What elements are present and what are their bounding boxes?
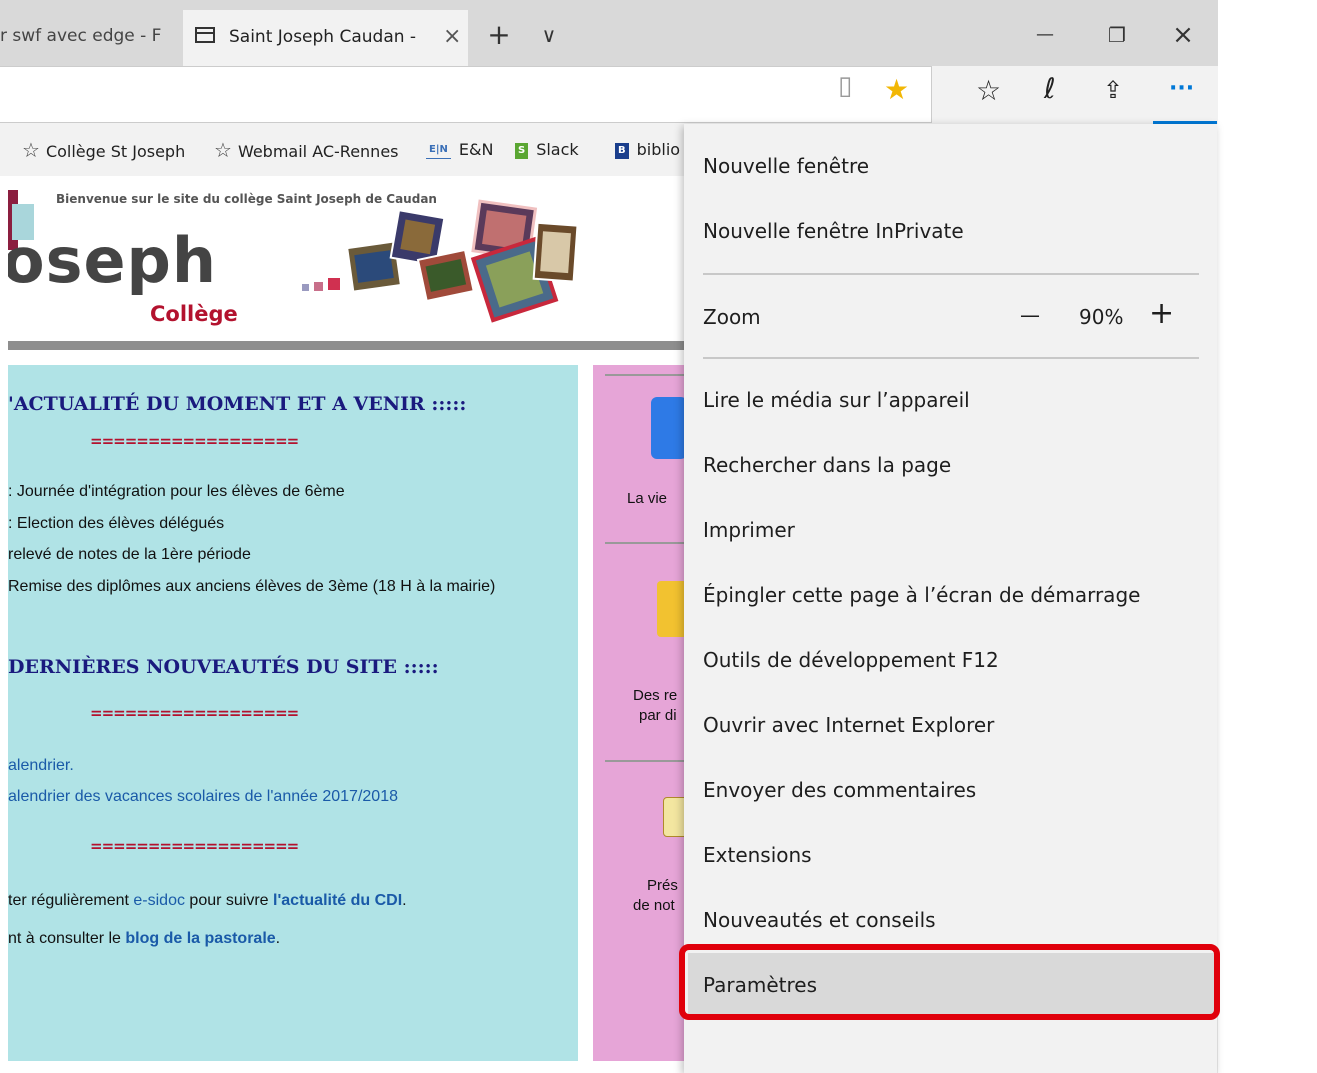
menu-item-pin-to-start[interactable]: Épingler cette page à l’écran de démarra…: [703, 583, 1140, 607]
site-news-link[interactable]: alendrier des vacances scolaires de l'an…: [8, 788, 398, 806]
favorite-item-college[interactable]: ☆ Collège St Joseph: [22, 124, 185, 178]
favorite-star-icon[interactable]: ★: [884, 73, 909, 106]
photo-collage-image: [302, 199, 579, 323]
menu-item-whats-new[interactable]: Nouveautés et conseils: [703, 908, 936, 932]
settings-highlight-box: [679, 944, 1220, 1020]
menu-divider: [703, 273, 1199, 275]
menu-item-find-on-page[interactable]: Rechercher dans la page: [703, 453, 951, 477]
url-input[interactable]: ▯ ★: [0, 66, 932, 123]
logo-college-text: Collège: [150, 302, 238, 326]
calendar-icon: [663, 797, 685, 837]
star-outline-icon: ☆: [22, 138, 40, 162]
news-heading-site: DERNIÈRES NOUVEAUTÉS DU SITE :::::: [8, 656, 439, 678]
menu-divider: [703, 357, 1199, 359]
news-item: : Election des élèves délégués: [8, 515, 225, 532]
side-divider: [605, 374, 685, 376]
cdi-text: pour suivre: [184, 892, 274, 909]
tab-previous[interactable]: r swf avec edge - F: [0, 10, 183, 62]
pastorale-text: .: [275, 930, 281, 947]
close-window-button[interactable]: ×: [1168, 6, 1198, 64]
separator: ==================: [90, 704, 299, 722]
favorite-label: Webmail AC-Rennes: [237, 142, 399, 161]
favorite-label: Slack: [536, 140, 579, 159]
restore-button[interactable]: ❐: [1102, 6, 1132, 64]
pastorale-line: nt à consulter le blog de la pastorale.: [8, 930, 280, 948]
minimize-button[interactable]: —: [1030, 6, 1060, 64]
tab-previous-title: r swf avec edge - F: [0, 26, 162, 46]
tab-list-chevron-down-icon[interactable]: ∨: [534, 6, 564, 64]
reading-view-icon[interactable]: ▯: [838, 71, 852, 101]
favorite-item-biblio[interactable]: Bbiblio: [615, 124, 680, 176]
tab-close-icon[interactable]: ×: [443, 10, 461, 64]
zoom-level-value: 90%: [1079, 305, 1124, 329]
web-page: Bienvenue sur le site du collège Saint J…: [8, 176, 685, 1073]
page-icon: [195, 27, 215, 43]
en-icon: E|N: [426, 142, 451, 159]
more-actions-menu: Nouvelle fenêtre Nouvelle fenêtre InPriv…: [679, 124, 1220, 1073]
side-text: Des re: [633, 687, 678, 704]
b-icon: B: [615, 142, 629, 159]
separator: ==================: [90, 837, 299, 855]
menu-item-cast-media[interactable]: Lire le média sur l’appareil: [703, 388, 970, 412]
pastorale-text: nt à consulter le: [8, 930, 126, 947]
separator: ==================: [90, 432, 299, 450]
e-sidoc-link[interactable]: e-sidoc: [133, 892, 185, 909]
news-item: relevé de notes de la 1ère période: [8, 546, 251, 563]
menu-item-new-window[interactable]: Nouvelle fenêtre: [703, 154, 869, 178]
news-item: Remise des diplômes aux anciens élèves d…: [8, 578, 496, 595]
menu-item-developer-tools[interactable]: Outils de développement F12: [703, 648, 999, 672]
new-tab-button[interactable]: +: [484, 6, 514, 64]
favorite-label: Collège St Joseph: [45, 142, 186, 161]
news-heading-current: 'ACTUALITÉ DU MOMENT ET A VENIR :::::: [8, 393, 467, 415]
favorite-item-webmail[interactable]: ☆ Webmail AC-Rennes: [214, 124, 399, 178]
finder-icon: [651, 397, 685, 459]
menu-item-print[interactable]: Imprimer: [703, 518, 795, 542]
news-item: : Journée d'intégration pour les élèves …: [8, 483, 345, 500]
favorite-item-slack[interactable]: S Slack: [515, 124, 579, 176]
cdi-text: ter régulièrement: [8, 892, 134, 909]
pastorale-blog-link[interactable]: blog de la pastorale: [125, 930, 275, 947]
header-divider: [8, 341, 685, 350]
menu-item-send-feedback[interactable]: Envoyer des commentaires: [703, 778, 976, 802]
side-text: Prés: [647, 877, 678, 894]
side-text: par di: [639, 707, 677, 724]
side-panel: La vie Des re par di Prés de not: [593, 365, 685, 1061]
slack-icon: S: [515, 142, 529, 159]
favorite-item-en[interactable]: E|N E&N: [426, 124, 493, 176]
cdi-text: .: [402, 892, 407, 909]
favorite-label: E&N: [458, 140, 494, 159]
tab-bar: r swf avec edge - F Saint Joseph Caudan …: [0, 0, 1218, 66]
cdi-news-link[interactable]: l'actualité du CDI: [273, 892, 402, 909]
more-actions-button[interactable]: ···: [1169, 76, 1194, 101]
news-panel: 'ACTUALITÉ DU MOMENT ET A VENIR ::::: ==…: [8, 365, 578, 1061]
menu-item-new-inprivate-window[interactable]: Nouvelle fenêtre InPrivate: [703, 219, 964, 243]
zoom-in-button[interactable]: +: [1149, 296, 1174, 331]
side-text: La vie: [627, 490, 668, 507]
side-text: de not: [633, 897, 675, 914]
tab-active[interactable]: Saint Joseph Caudan - A ×: [183, 10, 468, 66]
side-divider: [605, 542, 685, 544]
menu-item-extensions[interactable]: Extensions: [703, 843, 812, 867]
package-icon: [657, 581, 685, 637]
tab-active-title: Saint Joseph Caudan - A: [229, 27, 419, 47]
favorites-bar: ☆ Collège St Joseph ☆ Webmail AC-Rennes E|…: [0, 124, 686, 176]
side-divider: [605, 760, 685, 762]
share-icon[interactable]: ⇪: [1103, 76, 1123, 104]
web-note-pen-icon[interactable]: ℓ: [1044, 72, 1056, 105]
menu-item-zoom-label: Zoom: [703, 305, 761, 329]
cdi-line: ter régulièrement e-sidoc pour suivre l'…: [8, 892, 407, 910]
zoom-out-button[interactable]: —: [1020, 303, 1040, 327]
favorite-label: biblio: [636, 140, 681, 159]
favorites-hub-icon[interactable]: ☆: [976, 74, 1001, 107]
logo-text: oseph: [8, 224, 218, 297]
menu-item-open-with-ie[interactable]: Ouvrir avec Internet Explorer: [703, 713, 994, 737]
address-bar: ▯ ★ ☆ ℓ ⇪ ···: [0, 66, 1218, 124]
site-news-link[interactable]: alendrier.: [8, 757, 74, 775]
star-outline-icon: ☆: [214, 138, 232, 162]
